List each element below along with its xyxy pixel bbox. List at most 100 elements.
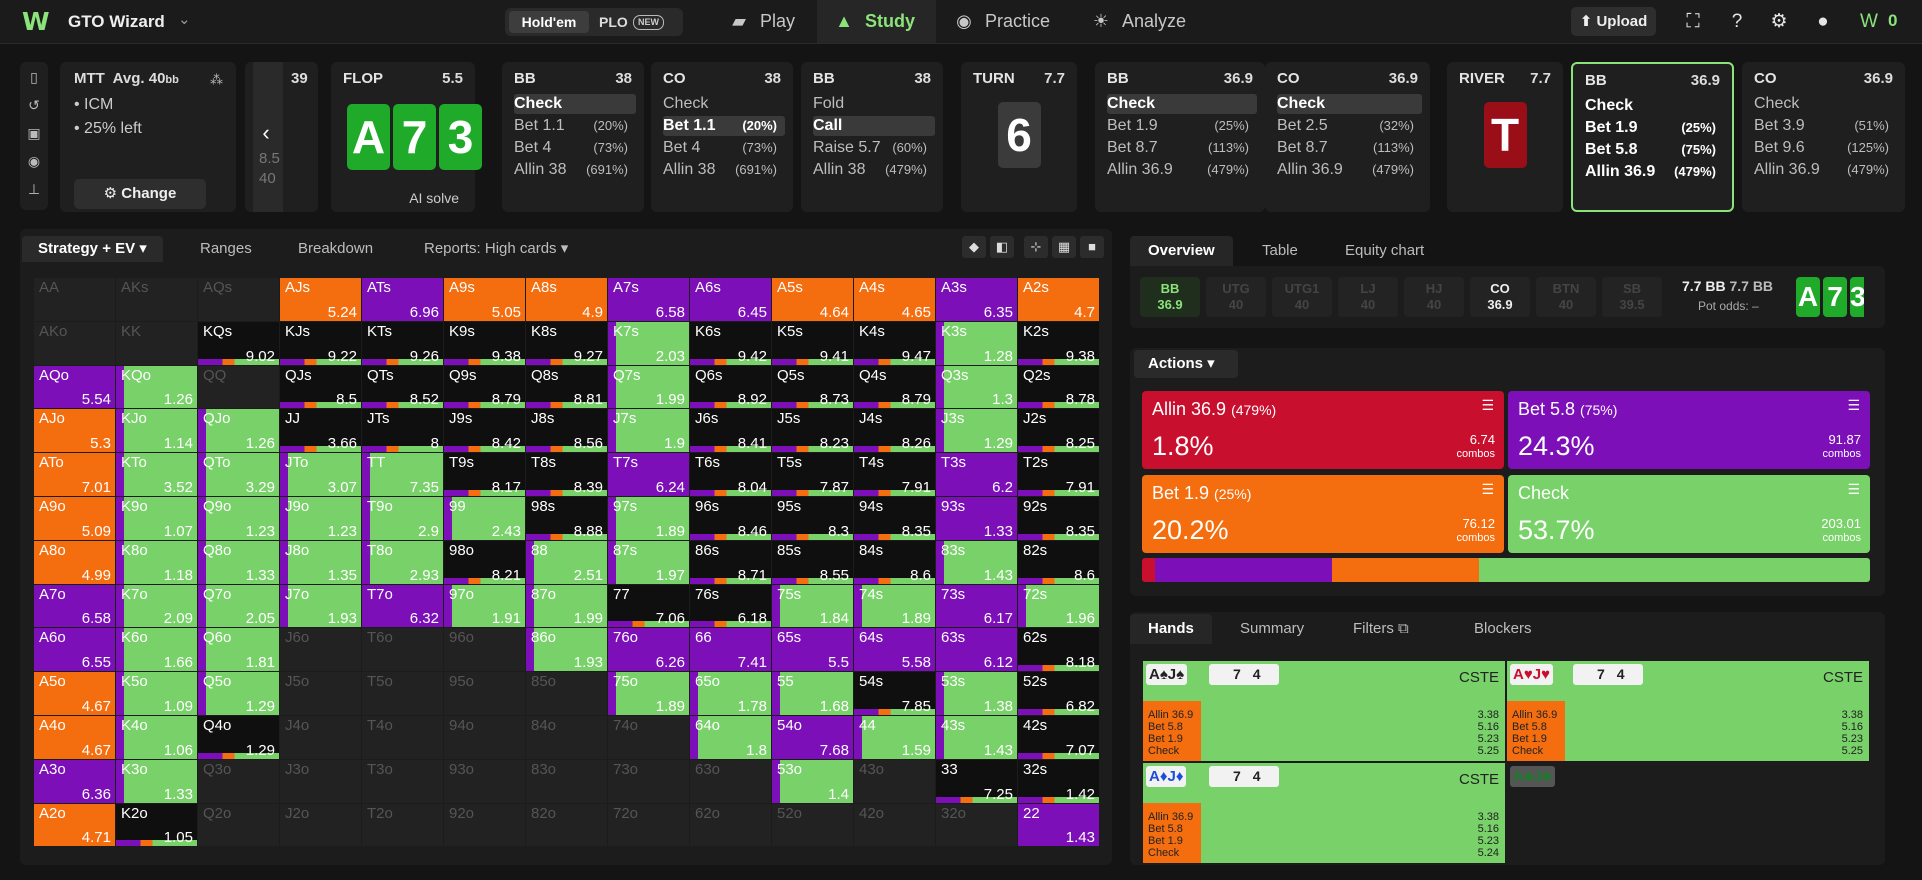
hand-cell[interactable]: 93s 1.33 xyxy=(936,497,1017,540)
nav-play[interactable]: ▰ Play xyxy=(728,0,818,43)
tab-summary[interactable]: Summary xyxy=(1240,614,1304,644)
hand-cell[interactable]: 54o 7.68 xyxy=(772,716,853,759)
tab-equity-chart[interactable]: Equity chart xyxy=(1345,236,1424,266)
hand-cell[interactable]: T2o xyxy=(362,803,443,847)
square-icon[interactable]: ■ xyxy=(1080,236,1104,258)
hand-cell[interactable]: KJo 1.14 xyxy=(116,409,197,453)
hand-card[interactable]: A♦J♦ 7 4 CSTE Allin 36.9 3.38 Bet 5.8 5.16 Bet 1… xyxy=(1143,763,1505,863)
hand-cell[interactable]: T9o 2.9 xyxy=(362,497,443,540)
bookmark-icon[interactable]: ▯ xyxy=(25,68,43,86)
hand-cell[interactable]: AA xyxy=(34,278,115,321)
action-option[interactable]: Bet 2.5 (32%) xyxy=(1277,116,1422,136)
hand-cell[interactable]: Q3s 1.3 xyxy=(936,365,1017,409)
hand-cell[interactable]: 64s 5.58 xyxy=(854,628,935,672)
tab-holdem[interactable]: Hold'em xyxy=(509,11,589,33)
hand-cell[interactable]: 72s 1.96 xyxy=(1018,584,1099,628)
hand-cell[interactable]: K6o 1.66 xyxy=(116,628,197,672)
hand-cell[interactable]: Q4s 8.79 xyxy=(854,365,935,409)
hand-cell[interactable]: A2s 4.7 xyxy=(1018,278,1099,321)
hand-cell[interactable]: A7s 6.58 xyxy=(608,278,689,321)
hand-cell[interactable]: 95s 8.3 xyxy=(772,497,853,540)
position-utg[interactable]: UTG 40 xyxy=(1206,277,1266,317)
hand-cell[interactable]: T4s 7.91 xyxy=(854,453,935,496)
hand-cell[interactable]: K2o 1.05 xyxy=(116,803,197,847)
hand-cell[interactable]: T6s 8.04 xyxy=(690,453,771,496)
hand-cell[interactable]: ATs 6.96 xyxy=(362,278,443,321)
hand-cell[interactable]: Q8s 8.81 xyxy=(526,365,607,409)
hand-cell[interactable]: K9s 9.38 xyxy=(444,321,525,365)
action-option[interactable]: Allin 36.9 (479%) xyxy=(1754,160,1897,180)
street-node[interactable]: BB 36.9 Check Bet 1.9 (25%) Bet 8.7 (113%) Alli… xyxy=(1095,62,1265,212)
hand-cell[interactable]: T5s 7.87 xyxy=(772,453,853,496)
hand-cell[interactable]: Q5s 8.73 xyxy=(772,365,853,409)
hand-cell[interactable]: A5o 4.67 xyxy=(34,672,115,715)
hand-cell[interactable]: A3s 6.35 xyxy=(936,278,1017,321)
hand-cell[interactable]: 82o xyxy=(526,803,607,847)
hand-cell[interactable]: 96o xyxy=(444,628,525,672)
action-option[interactable]: Bet 4 (73%) xyxy=(514,138,636,158)
hand-cell[interactable]: K5s 9.41 xyxy=(772,321,853,365)
gto-wizard-logo[interactable]: W xyxy=(22,9,54,35)
hand-cell[interactable]: J2o xyxy=(280,803,361,847)
hand-cell[interactable]: 97o 1.91 xyxy=(444,584,525,628)
hand-cell[interactable]: 92s 8.35 xyxy=(1018,497,1099,540)
list-icon[interactable]: ☰ xyxy=(1481,481,1494,498)
hand-cell[interactable]: 76s 6.18 xyxy=(690,584,771,628)
tab-blockers[interactable]: Blockers xyxy=(1474,614,1532,644)
hand-cell[interactable]: 54s 7.85 xyxy=(854,672,935,715)
hand-cell[interactable]: JTs 8 xyxy=(362,409,443,453)
action-option[interactable]: Bet 1.1 (20%) xyxy=(663,116,785,136)
chevron-down-icon[interactable]: ⌄ xyxy=(178,10,191,28)
hand-cell[interactable]: K8s 9.27 xyxy=(526,321,607,365)
position-utg1[interactable]: UTG1 40 xyxy=(1272,277,1332,317)
action-option[interactable]: Bet 8.7 (113%) xyxy=(1277,138,1422,158)
position-btn[interactable]: BTN 40 xyxy=(1536,277,1596,317)
hand-cell[interactable]: K2s 9.38 xyxy=(1018,321,1099,365)
change-button[interactable]: ⚙ Change xyxy=(74,179,206,209)
tab-ranges[interactable]: Ranges xyxy=(200,236,252,262)
hand-cell[interactable]: 73s 6.17 xyxy=(936,584,1017,628)
hand-cell[interactable]: QTo 3.29 xyxy=(198,453,279,496)
hand-cell[interactable]: J3o xyxy=(280,759,361,803)
hand-cell[interactable]: A3o 6.36 xyxy=(34,759,115,803)
position-hj[interactable]: HJ 40 xyxy=(1404,277,1464,317)
hand-cell[interactable]: AJs 5.24 xyxy=(280,278,361,321)
action-option[interactable]: Bet 5.8 (75%) xyxy=(1585,140,1724,160)
hand-cell[interactable]: 98o 8.21 xyxy=(444,540,525,584)
hand-cell[interactable]: 84s 8.6 xyxy=(854,540,935,584)
hand-cell[interactable]: TT 7.35 xyxy=(362,453,443,496)
account-icon[interactable]: ● xyxy=(1810,9,1836,35)
hand-cell[interactable]: KK xyxy=(116,321,197,365)
upload-button[interactable]: ⬆ Upload xyxy=(1571,7,1656,36)
tab-plo[interactable]: PLO xyxy=(599,11,628,33)
hand-cell[interactable]: T8o 2.93 xyxy=(362,540,443,584)
action-option[interactable]: Allin 38 (691%) xyxy=(663,160,785,180)
reset-icon[interactable]: ↺ xyxy=(25,96,43,114)
hand-cell[interactable]: 77 7.06 xyxy=(608,584,689,628)
hand-cell[interactable]: J7s 1.9 xyxy=(608,409,689,453)
hand-cell[interactable]: JJ 3.66 xyxy=(280,409,361,453)
hand-cell[interactable]: J4o xyxy=(280,716,361,759)
hand-cell[interactable]: A8s 4.9 xyxy=(526,278,607,321)
position-lj[interactable]: LJ 40 xyxy=(1338,277,1398,317)
hand-cell[interactable]: KTo 3.52 xyxy=(116,453,197,496)
hand-cell[interactable]: 53o 1.4 xyxy=(772,759,853,803)
hand-cell[interactable]: Q6s 8.92 xyxy=(690,365,771,409)
hand-cell[interactable]: 52s 6.82 xyxy=(1018,672,1099,715)
hand-cell[interactable]: K5o 1.09 xyxy=(116,672,197,715)
hand-cell[interactable]: A4o 4.67 xyxy=(34,716,115,759)
action-option[interactable]: Check xyxy=(663,94,785,114)
hand-cell[interactable]: 65o 1.78 xyxy=(690,672,771,715)
hand-cell[interactable]: K7o 2.09 xyxy=(116,584,197,628)
position-bb[interactable]: BB 36.9 xyxy=(1140,277,1200,317)
hand-cell[interactable]: AKs xyxy=(116,278,197,321)
action-option[interactable]: Allin 38 (691%) xyxy=(514,160,636,180)
hand-cell[interactable]: T6o xyxy=(362,628,443,672)
hand-cell[interactable]: A2o 4.71 xyxy=(34,803,115,847)
hand-cell[interactable]: 62s 8.18 xyxy=(1018,628,1099,672)
hand-cell[interactable]: Q5o 1.29 xyxy=(198,672,279,715)
hand-cell[interactable]: A7o 6.58 xyxy=(34,584,115,628)
gamepad-icon[interactable]: ◉ xyxy=(25,152,43,170)
hand-cell[interactable]: A9s 5.05 xyxy=(444,278,525,321)
hand-cell[interactable]: J6s 8.41 xyxy=(690,409,771,453)
